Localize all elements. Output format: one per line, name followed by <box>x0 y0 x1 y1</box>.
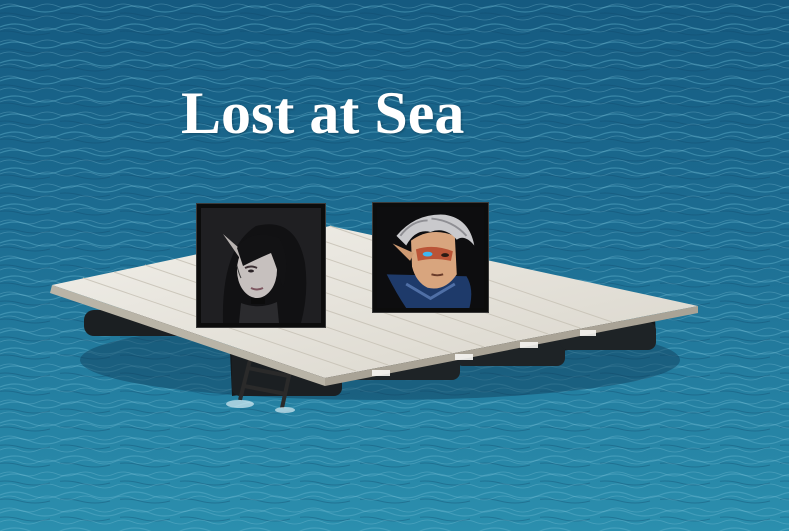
character-portrait-2[interactable] <box>372 202 489 313</box>
character-portrait-1[interactable] <box>196 203 326 328</box>
game-title: Lost at Sea <box>181 80 465 146</box>
game-scene: Lost at Sea <box>0 0 789 531</box>
dark-haired-elf-woman-portrait-icon <box>201 208 321 323</box>
white-haired-elf-warrior-portrait-icon <box>377 207 484 308</box>
